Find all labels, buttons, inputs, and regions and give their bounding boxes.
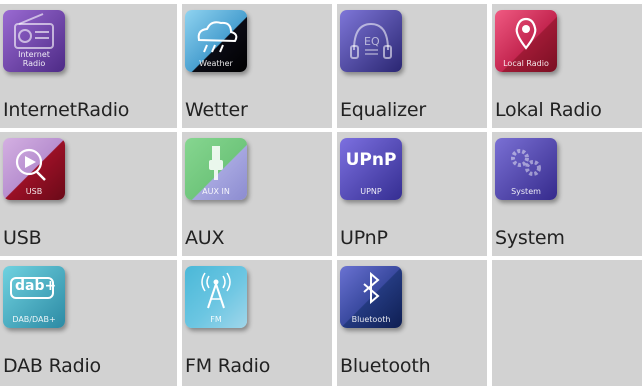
icon-caption: Weather: [199, 59, 233, 68]
tile-bluetooth[interactable]: Bluetooth Bluetooth: [337, 256, 487, 386]
tile-usb[interactable]: USB USB: [0, 128, 177, 256]
radio-icon: Internet Radio: [3, 10, 65, 72]
weather-cloud-icon: Weather: [185, 10, 247, 72]
icon-caption: USB: [25, 187, 43, 196]
icon-caption: AUX IN: [202, 187, 230, 196]
icon-caption: DAB/DAB+: [12, 315, 56, 324]
location-pin-icon: Local Radio: [495, 10, 557, 72]
tile-weather[interactable]: Weather Wetter: [182, 0, 332, 128]
tile-label: USB: [3, 227, 42, 249]
icon-caption: FM: [210, 315, 222, 324]
menu-grid: Internet Radio InternetRadio Weather Wet…: [0, 0, 643, 386]
usb-play-icon: USB: [3, 138, 65, 200]
icon-caption: System: [511, 187, 541, 196]
tile-equalizer[interactable]: EQ Equalizer: [337, 0, 487, 128]
gears-icon: System: [495, 138, 557, 200]
tile-aux[interactable]: AUX IN AUX: [182, 128, 332, 256]
tile-fm-radio[interactable]: FM FM Radio: [182, 256, 332, 386]
tile-dab-radio[interactable]: dab+ DAB/DAB+ DAB Radio: [0, 256, 177, 386]
tile-upnp[interactable]: UPnP UPNP UPnP: [337, 128, 487, 256]
upnp-icon: UPnP UPNP: [340, 138, 402, 200]
tile-label: DAB Radio: [3, 355, 101, 377]
aux-plug-icon: AUX IN: [185, 138, 247, 200]
tile-label: Wetter: [185, 99, 248, 121]
tile-label: Lokal Radio: [495, 99, 602, 121]
icon-caption: UPNP: [360, 187, 382, 196]
tile-label: Equalizer: [340, 99, 426, 121]
bluetooth-icon: Bluetooth: [340, 266, 402, 328]
upnp-logo-text: UPnP: [345, 150, 397, 170]
svg-text:EQ: EQ: [364, 35, 380, 48]
icon-caption: Bluetooth: [351, 315, 391, 324]
fm-antenna-icon: FM: [185, 266, 247, 328]
tile-internet-radio[interactable]: Internet Radio InternetRadio: [0, 0, 177, 128]
tile-local-radio[interactable]: Local Radio Lokal Radio: [492, 0, 642, 128]
icon-caption: Internet Radio: [18, 50, 50, 68]
tile-label: UPnP: [340, 227, 388, 249]
tile-label: AUX: [185, 227, 225, 249]
tile-label: System: [495, 227, 565, 249]
equalizer-headphones-icon: EQ: [340, 10, 402, 72]
tile-label: InternetRadio: [3, 99, 130, 121]
tile-system[interactable]: System System: [492, 128, 642, 256]
empty-tile: [492, 256, 642, 386]
dab-icon: dab+ DAB/DAB+: [3, 266, 65, 328]
tile-label: FM Radio: [185, 355, 271, 377]
dab-logo-text: dab+: [15, 278, 57, 294]
tile-label: Bluetooth: [340, 355, 431, 377]
icon-caption: Local Radio: [503, 59, 549, 68]
